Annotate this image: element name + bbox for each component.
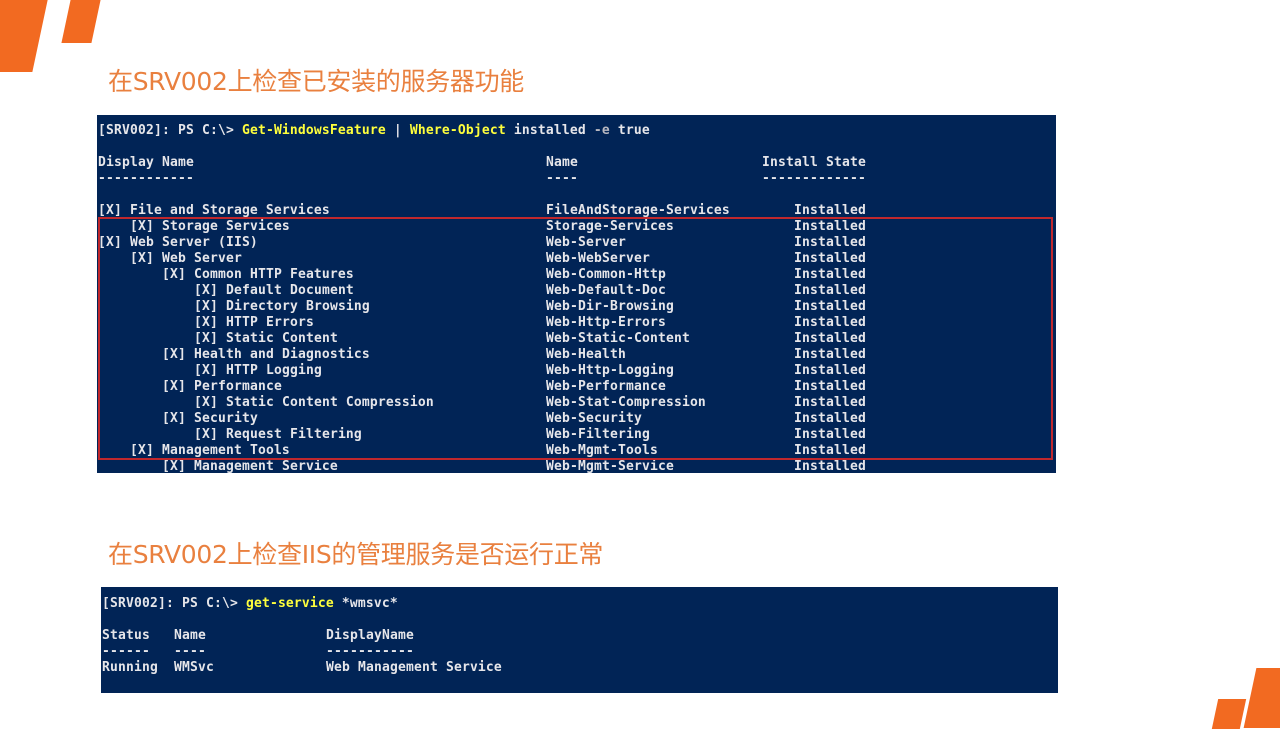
service-displayname: Web Management Service [326, 660, 502, 675]
header-status: Status [102, 628, 150, 643]
dashes-install-state: ------------- [762, 171, 866, 186]
feature-name: Web-Mgmt-Service [546, 459, 674, 473]
header-name: Name [546, 155, 578, 170]
powershell-service-output: [SRV002]: PS C:\> get-service *wmsvc* St… [101, 587, 1058, 693]
logo-mark-top-left [0, 0, 48, 72]
feature-display-name: [X] Management Service [162, 459, 338, 473]
dashes-name: ---- [174, 644, 206, 659]
prompt: [SRV002]: PS C:\> [102, 596, 246, 611]
logo-mark-top-left-small [61, 0, 101, 43]
command-line: [SRV002]: PS C:\> get-service *wmsvc* [102, 596, 398, 612]
iis-highlight-box [98, 217, 1053, 460]
pipe: | [385, 123, 410, 138]
header-name: Name [174, 628, 206, 643]
dashes-status: ------ [102, 644, 150, 659]
powershell-features-output: [SRV002]: PS C:\> Get-WindowsFeature | W… [97, 115, 1056, 473]
header-displayname: DisplayName [326, 628, 414, 643]
logo-mark-bottom-right [1243, 668, 1280, 728]
parameter: -e [593, 123, 610, 138]
logo-mark-bottom-right-small [1211, 699, 1247, 729]
cmdlet-where-object: Where-Object [409, 123, 506, 138]
argument: installed [505, 123, 594, 138]
command-line: [SRV002]: PS C:\> Get-WindowsFeature | W… [98, 123, 650, 139]
cmdlet-get-service: get-service [245, 596, 334, 611]
service-status: Running [102, 660, 158, 675]
section-title-service: 在SRV002上检查IIS的管理服务是否运行正常 [108, 540, 604, 569]
argument-value: true [609, 123, 650, 138]
feature-install-state: Installed [794, 459, 866, 473]
dashes-name: ---- [546, 171, 578, 186]
dashes-displayname: ----------- [326, 644, 414, 659]
argument: *wmsvc* [333, 596, 398, 611]
cmdlet-get-windowsfeature: Get-WindowsFeature [241, 123, 386, 138]
section-title-features: 在SRV002上检查已安装的服务器功能 [108, 67, 524, 96]
service-name: WMSvc [174, 660, 214, 675]
dashes-display-name: ------------ [98, 171, 194, 186]
header-display-name: Display Name [98, 155, 194, 170]
prompt: [SRV002]: PS C:\> [98, 123, 242, 138]
header-install-state: Install State [762, 155, 866, 170]
